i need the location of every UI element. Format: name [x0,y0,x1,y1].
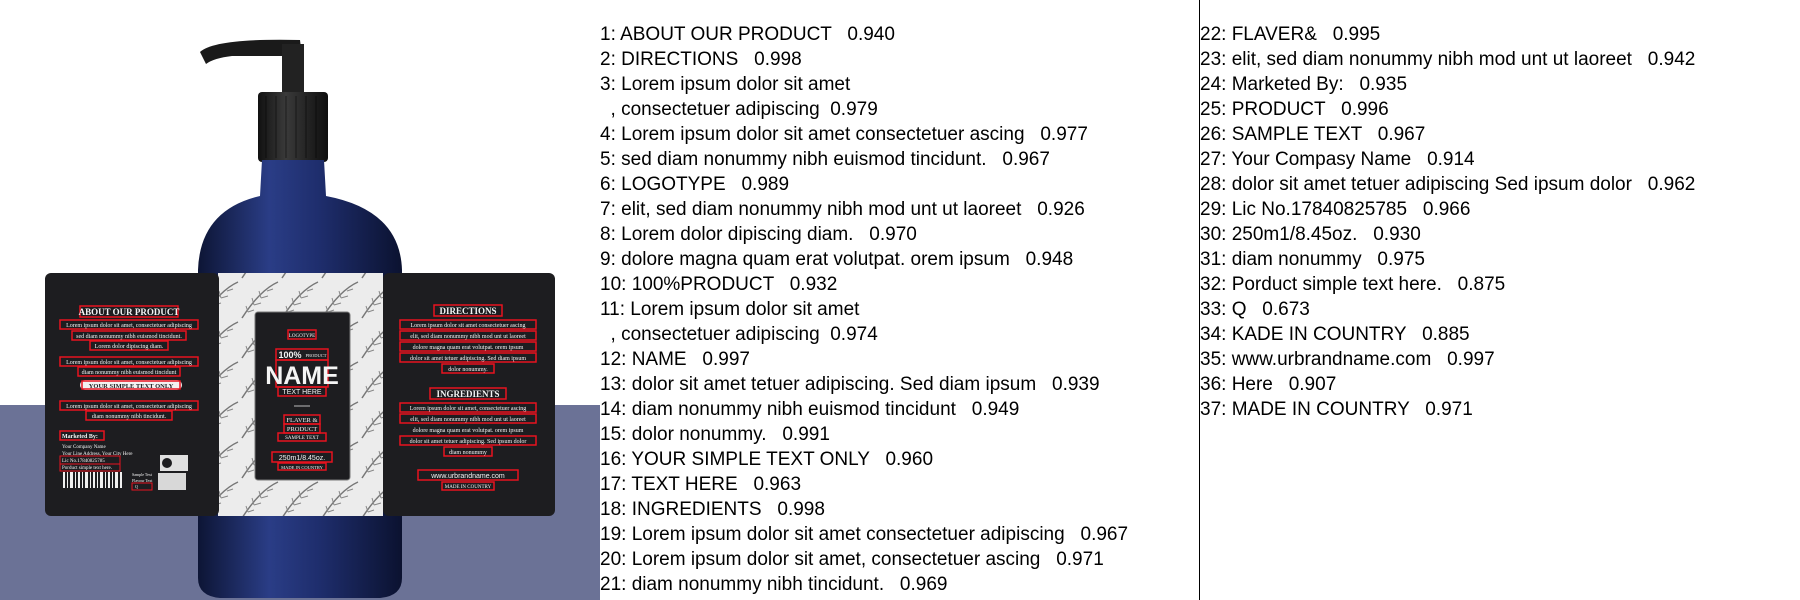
ing-line-4: dolor sit amet tetuer adipiscing. Sed ip… [410,439,527,445]
pump-stem [282,44,304,94]
detection-row: 8: Lorem dolor dipiscing diam. 0.970 [600,224,917,245]
detection-row: 4: Lorem ipsum dolor sit amet consectetu… [600,124,1088,145]
product-text: PRODUCT [287,426,317,433]
simple-here-text: Porduct simple text here. [62,466,112,471]
sample-text-small: Sample Text [132,472,153,477]
detection-row: 20: Lorem ipsum dolor sit amet, consecte… [600,549,1104,570]
detection-row: 33: Q 0.673 [1200,299,1310,320]
sample-box [158,473,186,490]
detection-row: 3: Lorem ipsum dolor sit amet [600,74,851,95]
product-small-text: PRODUCT [305,353,326,358]
about-line-1: Lorem ipsum dolor sit amet, consectetuer… [66,323,192,329]
detection-row: 35: www.urbrandname.com 0.997 [1200,349,1495,370]
ing-line-1: Lorem ipsum dolor sit amet, consectetuer… [410,406,526,412]
detection-row: 14: diam nonummy nibh euismod tincidunt … [600,399,1020,420]
detection-row: 31: diam nonummy 0.975 [1200,249,1425,270]
block2-line-2: diam nonummy nibh euismod tincidunt [82,370,177,376]
ing-line-2: elit, sed diam nonummy nibh mod unt ut l… [410,417,526,423]
dir-line-3: dolore magna quam erat volutpat. orem ip… [413,345,524,351]
detection-row: 13: dolor sit amet tetuer adipiscing. Se… [600,374,1100,395]
bottle-mockup-illustration: ABOUT OUR PRODUCT Lorem ipsum dolor sit … [0,0,600,600]
annotated-product-image: ABOUT OUR PRODUCT Lorem ipsum dolor sit … [0,0,600,600]
detection-row: 30: 250m1/8.45oz. 0.930 [1200,224,1421,245]
about-title: ABOUT OUR PRODUCT [79,307,180,317]
block2-line-1: Lorem ipsum dolor sit amet, consectetuer… [66,360,192,366]
detection-row: 27: Your Compasy Name 0.914 [1200,149,1475,170]
flaver-text: FLAVER & [286,417,317,424]
dir-line-5: dolor nonummy. [448,367,488,373]
detection-row: , consectetuer adipiscing 0.974 [600,324,878,345]
website-text: www.urbrandname.com [430,473,505,480]
made-in-right: MADE IN COUNTRY [445,485,492,490]
detection-row: 11: Lorem ipsum dolor sit amet [600,299,860,320]
ing-line-5: diam nonummy [449,450,487,456]
volume-text: 250m1/8.45oz. [279,455,325,462]
detection-row: 21: diam nonummy nibh tincidunt. 0.969 [600,574,948,595]
dir-line-1: Lorem ipsum dolor sit amet consectetuer … [411,323,526,329]
marketed-by: Marketed By: [62,434,98,440]
lic-number: Lic No.17840825785 [62,459,105,464]
detection-row: 28: dolor sit amet tetuer adipiscing Sed… [1200,174,1696,195]
detection-row: 36: Here 0.907 [1200,374,1337,395]
detection-row: 34: KADE IN COUNTRY 0.885 [1200,324,1470,345]
detection-row: 37: MADE IN COUNTRY 0.971 [1200,399,1473,420]
detection-row: 17: TEXT HERE 0.963 [600,474,802,495]
detection-row: 23: elit, sed diam nonummy nibh mod unt … [1200,49,1696,70]
detection-row: 5: sed diam nonummy nibh euismod tincidu… [600,149,1050,170]
detection-row: 12: NAME 0.997 [600,349,750,370]
detection-row: 26: SAMPLE TEXT 0.967 [1200,124,1426,145]
detection-row: 7: elit, sed diam nonummy nibh mod unt u… [600,199,1085,220]
dir-line-2: elit, sed diam nonummy nibh mod unt ut l… [410,334,526,340]
name-text: NAME [265,362,339,390]
detection-list-column-2: 22: FLAVER& 0.995 23: elit, sed diam non… [1200,22,1795,422]
company-name: Your Company Name [62,445,106,450]
detection-row: 32: Porduct simple text here. 0.875 [1200,274,1506,295]
ingredients-title: INGREDIENTS [436,389,499,399]
block3-line-1: Lorem ipsum dolor sit amet, consectetuer… [66,404,192,410]
detection-row: 15: dolor nonummy. 0.991 [600,424,830,445]
detection-row: 19: Lorem ipsum dolor sit amet consectet… [600,524,1129,545]
sample-text-center: SAMPLE TEXT [285,436,319,441]
detection-row: 24: Marketed By: 0.935 [1200,74,1408,95]
detection-row: , consectetuer adipiscing 0.979 [600,99,878,120]
detection-row: 29: Lic No.17840825785 0.966 [1200,199,1471,220]
detection-row: 16: YOUR SIMPLE TEXT ONLY 0.960 [600,449,934,470]
detection-row: 25: PRODUCT 0.996 [1200,99,1389,120]
q-mark: Q [135,484,138,489]
logotype-text: LOGOTYPE [289,334,315,339]
detection-row: 18: INGREDIENTS 0.998 [600,499,825,520]
percent-text: 100% [278,350,301,360]
flavour-text-small: Flavour Text [132,478,153,483]
detection-row: 2: DIRECTIONS 0.998 [600,49,802,70]
simple-text-pill: YOUR SIMPLE TEXT ONLY [89,383,174,390]
text-here: TEXT HERE [282,389,321,396]
dir-line-4: dolor sit amet tetuer adipiscing. Sed di… [410,356,526,362]
bottle-cap [258,92,328,162]
detection-list-column-1: 1: ABOUT OUR PRODUCT 0.940 2: DIRECTIONS… [600,22,1195,597]
detection-row: 1: ABOUT OUR PRODUCT 0.940 [600,24,895,45]
about-line-2: sed diam nonummy nibh euismod tincidunt. [76,334,182,340]
detection-row: 6: LOGOTYPE 0.989 [600,174,790,195]
about-line-3: Lorem dolor dipiscing diam. [95,344,164,350]
directions-title: DIRECTIONS [439,306,496,316]
made-in-center: MADE IN COUNTRY [281,465,324,470]
detection-row: 22: FLAVER& 0.995 [1200,24,1381,45]
ing-line-3: dolore magna quam erat volutpat. orem ip… [413,428,524,434]
detection-row: 10: 100%PRODUCT 0.932 [600,274,838,295]
detection-row: 9: dolore magna quam erat volutpat. orem… [600,249,1074,270]
block3-line-2: diam nonummy nibh tincidunt. [92,414,167,420]
